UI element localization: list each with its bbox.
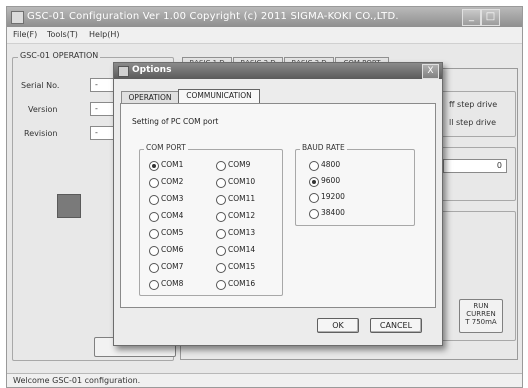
menu-file[interactable]: File(F) [13,30,37,39]
com-port-heading: Setting of PC COM port [132,117,219,126]
menu-tools[interactable]: Tools(T) [47,30,78,39]
options-dialog: Options X OPERATION COMMUNICATION Settin… [113,62,443,346]
radio-button[interactable] [149,263,159,273]
minimize-button[interactable]: _ [462,9,481,26]
radio-label: COM16 [228,279,256,288]
radio-label: COM10 [228,177,256,186]
radio-label: COM15 [228,262,256,271]
radio-label: COM9 [228,160,251,169]
baud-rate-group-title: BAUD RATE [300,143,347,152]
version-label: Version [28,105,58,114]
radio-selected-dot [312,180,316,184]
radio-button[interactable] [309,209,319,219]
dialog-title-bar: Options X [114,63,442,79]
radio-button[interactable] [216,263,226,273]
run-current-label-2: CURREN [466,310,496,318]
radio-label: 9600 [321,176,341,185]
radio-selected-dot [152,164,156,168]
menu-help[interactable]: Help(H) [89,30,120,39]
com-port-group-title: COM PORT [144,143,188,152]
communication-panel: Setting of PC COM port COM PORT COM1 COM2… [120,103,436,308]
radio-button[interactable] [149,212,159,222]
radio-button[interactable] [149,280,159,290]
radio-label: COM4 [161,211,184,220]
maximize-button[interactable]: □ [481,9,500,26]
radio-button[interactable] [216,280,226,290]
radio-label: COM12 [228,211,256,220]
radio-label: 19200 [321,192,345,201]
half-step-option[interactable]: ll step drive [449,118,496,127]
full-step-option[interactable]: ff step drive [449,100,497,109]
run-current-label-1: RUN [473,302,489,310]
radio-label: COM13 [228,228,256,237]
radio-button[interactable] [309,177,319,187]
cancel-button[interactable]: CANCEL [370,318,422,333]
radio-label: COM8 [161,279,184,288]
title-bar: GSC-01 Configuration Ver 1.00 Copyright … [7,7,522,27]
window-title: GSC-01 Configuration Ver 1.00 Copyright … [27,11,399,22]
speed-group [436,147,516,201]
drive-mode-group [436,91,516,137]
revision-label: Revision [24,129,58,138]
radio-label: COM1 [161,160,184,169]
radio-label: 38400 [321,208,345,217]
menu-bar: File(F) Tools(T) Help(H) [7,27,522,44]
radio-button[interactable] [216,161,226,171]
radio-label: COM14 [228,245,256,254]
radio-button[interactable] [216,195,226,205]
radio-label: COM3 [161,194,184,203]
radio-button[interactable] [216,246,226,256]
speed-input[interactable]: 0 [443,159,507,173]
radio-button[interactable] [149,161,159,171]
radio-button[interactable] [216,178,226,188]
radio-label: COM5 [161,228,184,237]
app-icon [11,11,24,24]
radio-button[interactable] [309,193,319,203]
status-indicator [57,194,81,218]
tab-communication[interactable]: COMMUNICATION [178,89,260,103]
radio-button[interactable] [216,229,226,239]
radio-label: COM6 [161,245,184,254]
radio-label: COM11 [228,194,256,203]
com-port-group [139,149,283,296]
radio-label: COM2 [161,177,184,186]
operation-group-title: GSC-01 OPERATION [18,51,101,60]
ok-button[interactable]: OK [317,318,359,333]
radio-button[interactable] [309,161,319,171]
radio-button[interactable] [149,178,159,188]
run-current-button[interactable]: RUN CURREN T 750mA [459,299,503,333]
radio-label: 4800 [321,160,341,169]
status-text: Welcome GSC-01 configuration. [13,376,141,385]
radio-button[interactable] [216,212,226,222]
dialog-icon [118,66,129,77]
radio-button[interactable] [149,246,159,256]
serial-label: Serial No. [21,81,60,90]
tab-operation[interactable]: OPERATION [121,91,179,103]
radio-button[interactable] [149,195,159,205]
dialog-title: Options [132,65,172,75]
close-button[interactable]: X [422,64,439,79]
radio-label: COM7 [161,262,184,271]
run-current-label-3: T 750mA [465,318,497,326]
radio-button[interactable] [149,229,159,239]
